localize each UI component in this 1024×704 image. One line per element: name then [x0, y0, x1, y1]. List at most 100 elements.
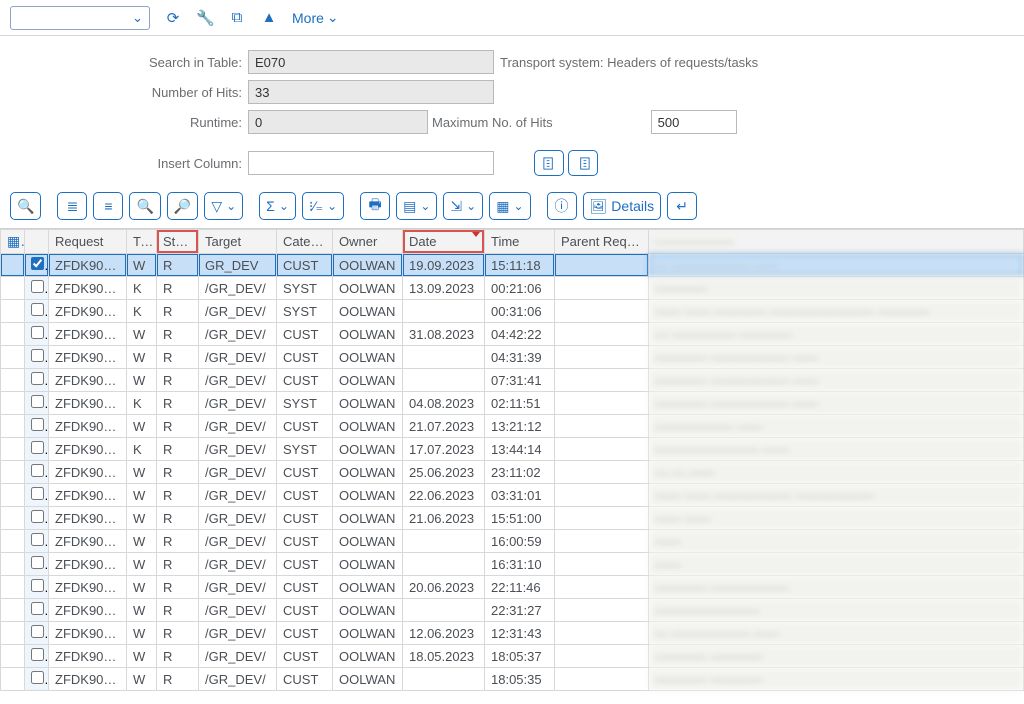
checkbox-header[interactable] — [25, 230, 49, 254]
row-checkbox-cell[interactable] — [25, 645, 49, 668]
request-header[interactable]: Request — [49, 230, 127, 254]
goto-button[interactable]: ↵ — [667, 192, 697, 220]
details-button[interactable]: 🖼 Details — [583, 192, 662, 220]
table-row[interactable]: ZFDK9030...WR/GR_DEV/CUSTOOLWAN22.06.202… — [1, 484, 1024, 507]
table-row[interactable]: ZFDK9030...WR/GR_DEV/CUSTOOLWAN16:31:10—… — [1, 553, 1024, 576]
row-checkbox[interactable] — [31, 648, 44, 661]
max-hits-input[interactable] — [651, 110, 737, 134]
row-selector[interactable] — [1, 622, 25, 645]
filter-button[interactable]: ▽ — [204, 192, 243, 220]
table-row[interactable]: ZFDK9029...WRGR_DEVCUSTOOLWAN19.09.20231… — [1, 254, 1024, 277]
category-header[interactable]: Category — [277, 230, 333, 254]
print-button[interactable]: 🖶 — [360, 192, 390, 220]
variant-icon[interactable]: ⧉ — [228, 9, 246, 26]
table-row[interactable]: ZFDK9066...KR/GR_DEV/SYSTOOLWAN13.09.202… — [1, 277, 1024, 300]
row-selector[interactable] — [1, 553, 25, 576]
row-selector[interactable] — [1, 300, 25, 323]
row-checkbox-cell[interactable] — [25, 323, 49, 346]
sum-button[interactable]: Σ — [259, 192, 296, 220]
row-checkbox-cell[interactable] — [25, 599, 49, 622]
find-button[interactable]: 🔍 — [10, 192, 41, 220]
table-row[interactable]: ZFDK9026...WR/GR_DEV/CUSTOOLWAN12.06.202… — [1, 622, 1024, 645]
select-all-header[interactable]: ▦ — [1, 230, 25, 254]
date-header[interactable]: Date — [403, 230, 485, 254]
table-row[interactable]: ZFDK9066...KR/GR_DEV/SYSTOOLWAN00:31:06—… — [1, 300, 1024, 323]
row-checkbox[interactable] — [31, 556, 44, 569]
row-checkbox[interactable] — [31, 510, 44, 523]
table-row[interactable]: ZFDK9030...WR/GR_DEV/CUSTOOLWAN16:00:59—… — [1, 530, 1024, 553]
find-next-button[interactable]: 🔎 — [167, 192, 198, 220]
row-selector[interactable] — [1, 599, 25, 622]
row-selector[interactable] — [1, 323, 25, 346]
row-checkbox[interactable] — [31, 579, 44, 592]
row-checkbox-cell[interactable] — [25, 392, 49, 415]
time-header[interactable]: Time — [485, 230, 555, 254]
row-checkbox[interactable] — [31, 487, 44, 500]
row-checkbox-cell[interactable] — [25, 438, 49, 461]
more-menu[interactable]: More ⌄ — [292, 9, 339, 26]
info-button[interactable]: ⓘ — [547, 192, 577, 220]
row-checkbox[interactable] — [31, 418, 44, 431]
row-checkbox[interactable] — [31, 464, 44, 477]
insert-left-button[interactable] — [534, 150, 564, 176]
row-checkbox[interactable] — [31, 326, 44, 339]
sort-desc-button[interactable]: ≡ — [93, 192, 123, 220]
row-checkbox[interactable] — [31, 349, 44, 362]
row-selector[interactable] — [1, 438, 25, 461]
command-combo[interactable]: ⌄ — [10, 6, 150, 30]
description-header[interactable]: —————— — [649, 230, 1024, 254]
row-selector[interactable] — [1, 346, 25, 369]
export-button[interactable]: ⇲ — [443, 192, 483, 220]
row-checkbox[interactable] — [31, 372, 44, 385]
subtotal-button[interactable]: ⁝⁄₌ — [302, 192, 344, 220]
row-selector[interactable] — [1, 576, 25, 599]
target-header[interactable]: Target — [199, 230, 277, 254]
row-checkbox-cell[interactable] — [25, 254, 49, 277]
row-selector[interactable] — [1, 369, 25, 392]
row-checkbox-cell[interactable] — [25, 300, 49, 323]
find-in-grid-button[interactable]: 🔍 — [129, 192, 160, 220]
user-icon[interactable]: ▲ — [260, 9, 278, 26]
row-selector[interactable] — [1, 645, 25, 668]
owner-header[interactable]: Owner — [333, 230, 403, 254]
table-row[interactable]: ZFDK9045...KR/GR_DEV/SYSTOOLWAN04.08.202… — [1, 392, 1024, 415]
row-checkbox[interactable] — [31, 671, 44, 684]
table-row[interactable]: ZFDK9020...WR/GR_DEV/CUSTOOLWAN18:05:35—… — [1, 668, 1024, 691]
layout-button[interactable]: ▦ — [489, 192, 530, 220]
sort-asc-button[interactable]: ≣ — [57, 192, 87, 220]
row-checkbox[interactable] — [31, 625, 44, 638]
row-checkbox-cell[interactable] — [25, 530, 49, 553]
status-header[interactable]: Status — [157, 230, 199, 254]
row-selector[interactable] — [1, 254, 25, 277]
runtime-input[interactable] — [248, 110, 428, 134]
row-selector[interactable] — [1, 461, 25, 484]
row-checkbox-cell[interactable] — [25, 461, 49, 484]
row-checkbox-cell[interactable] — [25, 415, 49, 438]
hits-input[interactable] — [248, 80, 494, 104]
row-checkbox-cell[interactable] — [25, 622, 49, 645]
table-row[interactable]: ZFDK9037...WR/GR_DEV/CUSTOOLWAN31.08.202… — [1, 323, 1024, 346]
row-checkbox[interactable] — [31, 280, 44, 293]
row-checkbox[interactable] — [31, 395, 44, 408]
views-button[interactable]: ▤ — [396, 192, 437, 220]
row-checkbox-cell[interactable] — [25, 553, 49, 576]
table-row[interactable]: ZFDK9061...WR/GR_DEV/CUSTOOLWAN07:31:41—… — [1, 369, 1024, 392]
row-checkbox[interactable] — [31, 441, 44, 454]
wrench-icon[interactable]: 🔧 — [196, 9, 214, 27]
parent-header[interactable]: Parent Request — [555, 230, 649, 254]
row-checkbox[interactable] — [31, 303, 44, 316]
row-checkbox-cell[interactable] — [25, 369, 49, 392]
table-row[interactable]: ZFDK9030...WR/GR_DEV/CUSTOOLWAN21.06.202… — [1, 507, 1024, 530]
row-checkbox[interactable] — [31, 257, 44, 270]
table-row[interactable]: ZFDK9031...WR/GR_DEV/CUSTOOLWAN25.06.202… — [1, 461, 1024, 484]
row-selector[interactable] — [1, 415, 25, 438]
row-selector[interactable] — [1, 507, 25, 530]
table-row[interactable]: ZFDK9020...WR/GR_DEV/CUSTOOLWAN18.05.202… — [1, 645, 1024, 668]
row-checkbox-cell[interactable] — [25, 346, 49, 369]
insert-column-input[interactable] — [248, 151, 494, 175]
row-selector[interactable] — [1, 668, 25, 691]
row-selector[interactable] — [1, 277, 25, 300]
row-selector[interactable] — [1, 484, 25, 507]
type-header[interactable]: Ty... — [127, 230, 157, 254]
row-checkbox[interactable] — [31, 533, 44, 546]
